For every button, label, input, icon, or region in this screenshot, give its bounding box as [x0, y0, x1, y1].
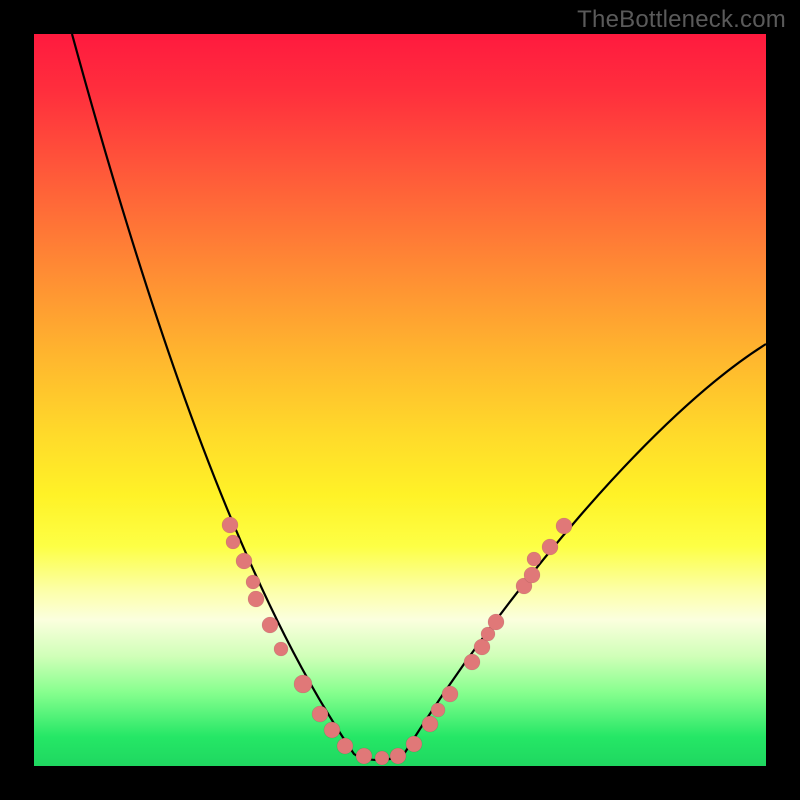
- bottleneck-curve: [72, 34, 766, 760]
- curve-svg: [34, 34, 766, 766]
- data-dot: [442, 686, 458, 702]
- data-dot: [248, 591, 264, 607]
- dots-right-group: [406, 518, 572, 752]
- data-dot: [294, 675, 312, 693]
- data-dot: [226, 535, 240, 549]
- data-dot: [464, 654, 480, 670]
- plot-area: [34, 34, 766, 766]
- data-dot: [406, 736, 422, 752]
- data-dot: [262, 617, 278, 633]
- watermark-text: TheBottleneck.com: [577, 6, 786, 34]
- data-dot: [474, 639, 490, 655]
- data-dot: [524, 567, 540, 583]
- data-dot: [542, 539, 558, 555]
- data-dot: [246, 575, 260, 589]
- dots-left-group: [222, 517, 406, 765]
- data-dot: [422, 716, 438, 732]
- data-dot: [527, 552, 541, 566]
- data-dot: [324, 722, 340, 738]
- data-dot: [390, 748, 406, 764]
- data-dot: [431, 703, 445, 717]
- data-dot: [488, 614, 504, 630]
- data-dot: [274, 642, 288, 656]
- data-dot: [556, 518, 572, 534]
- data-dot: [312, 706, 328, 722]
- data-dot: [375, 751, 389, 765]
- data-dot: [356, 748, 372, 764]
- data-dot: [222, 517, 238, 533]
- chart-frame: TheBottleneck.com: [0, 0, 800, 800]
- data-dot: [236, 553, 252, 569]
- data-dot: [337, 738, 353, 754]
